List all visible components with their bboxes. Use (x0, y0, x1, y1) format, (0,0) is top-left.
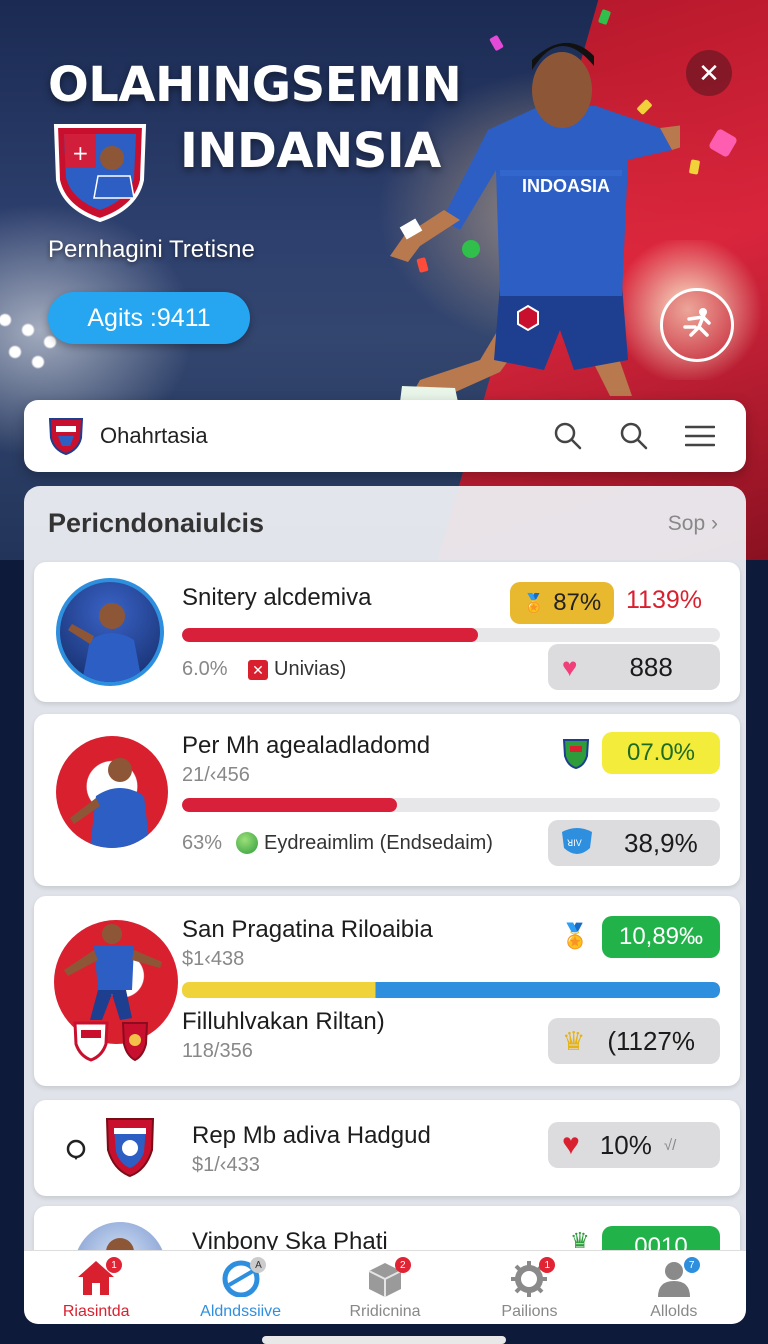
nav-item-home[interactable]: 1 Riasintda (24, 1251, 168, 1324)
nav-label: Riasintda (62, 1303, 130, 1320)
player-stat-pct: 6.0% (182, 658, 228, 680)
player-card[interactable]: Per Mh agealadladomd 21/‹456 63% Eydreai… (34, 714, 740, 886)
stat-box[interactable]: ꓤIV 38,9% (548, 820, 720, 866)
player-card[interactable]: Rep Mb adiva Hadgud $1/‹433 ♥ 10% √/ (34, 1100, 740, 1196)
medal-icon: 🏅 (560, 923, 590, 950)
heart-icon: ♥ (562, 1128, 580, 1161)
hero-title-line2: INDANSIA (180, 123, 441, 179)
progress-fill (182, 628, 478, 642)
player-name: San Pragatina Riloaibia (182, 916, 433, 943)
activity-button[interactable] (660, 288, 734, 362)
progress-bar (182, 628, 720, 642)
close-button[interactable]: ✕ (686, 50, 732, 96)
running-icon (683, 308, 711, 337)
rating-badge: 07.0% (602, 732, 720, 774)
notification-badge: 2 (394, 1257, 411, 1273)
player-avatar (56, 736, 168, 848)
stat-value: (1127% (607, 1025, 695, 1056)
player-avatar (56, 578, 164, 686)
player-name: Snitery alcdemiva (182, 584, 372, 611)
stat-value: 10% (599, 1129, 652, 1160)
chevron-right-icon: › (705, 512, 718, 535)
see-more-link[interactable]: Sop › (668, 512, 718, 536)
notification-badge: A (250, 1257, 267, 1273)
ball-icon (236, 832, 258, 854)
shield-icon (562, 739, 590, 770)
medal-icon: 🏅 (522, 592, 546, 613)
team-crest-icon: + (53, 124, 147, 222)
location-icon (66, 1139, 86, 1160)
hero-title-line1: OLAHINGSEMIN (48, 57, 462, 113)
home-indicator[interactable] (262, 1336, 506, 1344)
rankings-panel: Pericndonaiulcis Sop › Snitery alcdemiva… (24, 486, 746, 1266)
svg-text:+: + (72, 141, 89, 165)
stat-value: 888 (629, 651, 673, 682)
club-crest-icon (73, 1021, 109, 1062)
nav-label: Aldndssiive (200, 1303, 282, 1320)
rating-value: 10,89‰ (618, 923, 704, 950)
player-value: 21/‹456 (182, 764, 250, 786)
stat-box[interactable]: ♥ 888 (548, 644, 720, 690)
section-title: Pericndonaiulcis (48, 508, 265, 538)
hero-subtitle: Pernhagini Tretisne (48, 236, 255, 263)
notification-badge: 1 (539, 1257, 556, 1273)
hero-title: OLAHINGSEMIN INDANSIA (48, 54, 462, 179)
notification-badge: 7 (683, 1257, 700, 1273)
see-more-label: Sop (667, 512, 706, 535)
svg-text:ꓤIV: ꓤIV (567, 838, 582, 848)
player-card[interactable]: Snitery alcdemiva 6.0% ✕ Univias) 🏅 87% … (34, 562, 740, 702)
tag-icon: ✕ (248, 660, 268, 680)
club-crest-icon (105, 1118, 155, 1178)
nav-item-settings[interactable]: 1 Pailions (457, 1251, 601, 1324)
player-value: $1‹438 (182, 948, 245, 970)
menu-button[interactable] (678, 414, 722, 458)
player-tag: Eydreaimlim (Endsedaim) (264, 832, 493, 854)
player-name: Per Mh agealadladomd (182, 732, 431, 759)
hamburger-menu-icon (685, 425, 715, 447)
player-stat-pct: 63% (182, 832, 223, 854)
rating-badge: 🏅 87% (510, 582, 614, 624)
player-tag: Univias) (274, 658, 347, 680)
heart-icon: ♥ (562, 651, 578, 682)
rating-value: 07.0% (626, 739, 696, 766)
search-icon (620, 422, 648, 450)
nav-item-profile[interactable]: 7 Allolds (602, 1251, 746, 1324)
player-name: Rep Mb adiva Hadgud (192, 1122, 431, 1149)
nav-item-explore[interactable]: A Aldndssiive (168, 1251, 312, 1324)
split-progress-bar (182, 982, 720, 998)
brand-label: Ohahrtasia (100, 423, 208, 448)
nav-label: Allolds (650, 1303, 698, 1320)
progress-split-fill (182, 982, 720, 998)
club-crest-icon (121, 1022, 149, 1062)
player-value: $1/‹433 (192, 1154, 260, 1176)
notification-badge: 1 (106, 1257, 122, 1273)
search-secondary-button[interactable] (612, 414, 656, 458)
player-card[interactable]: San Pragatina Riloaibia $1‹438 Filluhlva… (34, 896, 740, 1086)
close-icon: ✕ (698, 57, 720, 88)
hero-banner: INDOASIA OLAHINGSEMIN INDANSIA + Pernhag… (0, 0, 768, 560)
search-button[interactable] (546, 414, 590, 458)
player-secondary-value: 118/356 (182, 1040, 253, 1062)
stat-box[interactable]: ♛ (1127% (548, 1018, 720, 1064)
progress-bar (182, 798, 720, 812)
rating-value: 87% (553, 589, 602, 616)
jersey-text: INDOASIA (522, 176, 610, 196)
progress-fill (182, 798, 398, 812)
nav-item-products[interactable]: 2 Rridicnina (313, 1251, 457, 1324)
nav-label: Rridicnina (349, 1303, 421, 1320)
bottom-navigation: 1 Riasintda A Aldndssiive 2 Rridicnina 1… (24, 1250, 746, 1324)
badge-icon: ꓤIV (562, 828, 592, 854)
rating-badge: 10,89‰ (602, 916, 720, 958)
change-value: 1139% (626, 586, 702, 614)
crown-icon: ♛ (562, 1025, 586, 1056)
nav-label: Pailions (501, 1303, 558, 1320)
hero-count-pill[interactable]: Agits :9411 (48, 292, 250, 344)
search-icon (554, 422, 582, 450)
brand-crest-icon (48, 418, 84, 456)
stat-suffix: √/ (663, 1136, 677, 1154)
stat-box[interactable]: ♥ 10% √/ (548, 1122, 720, 1168)
search-toolbar: Ohahrtasia (24, 400, 746, 472)
player-secondary-name: Filluhlvakan Riltan) (182, 1008, 385, 1035)
stat-value: 38,9% (624, 827, 698, 858)
